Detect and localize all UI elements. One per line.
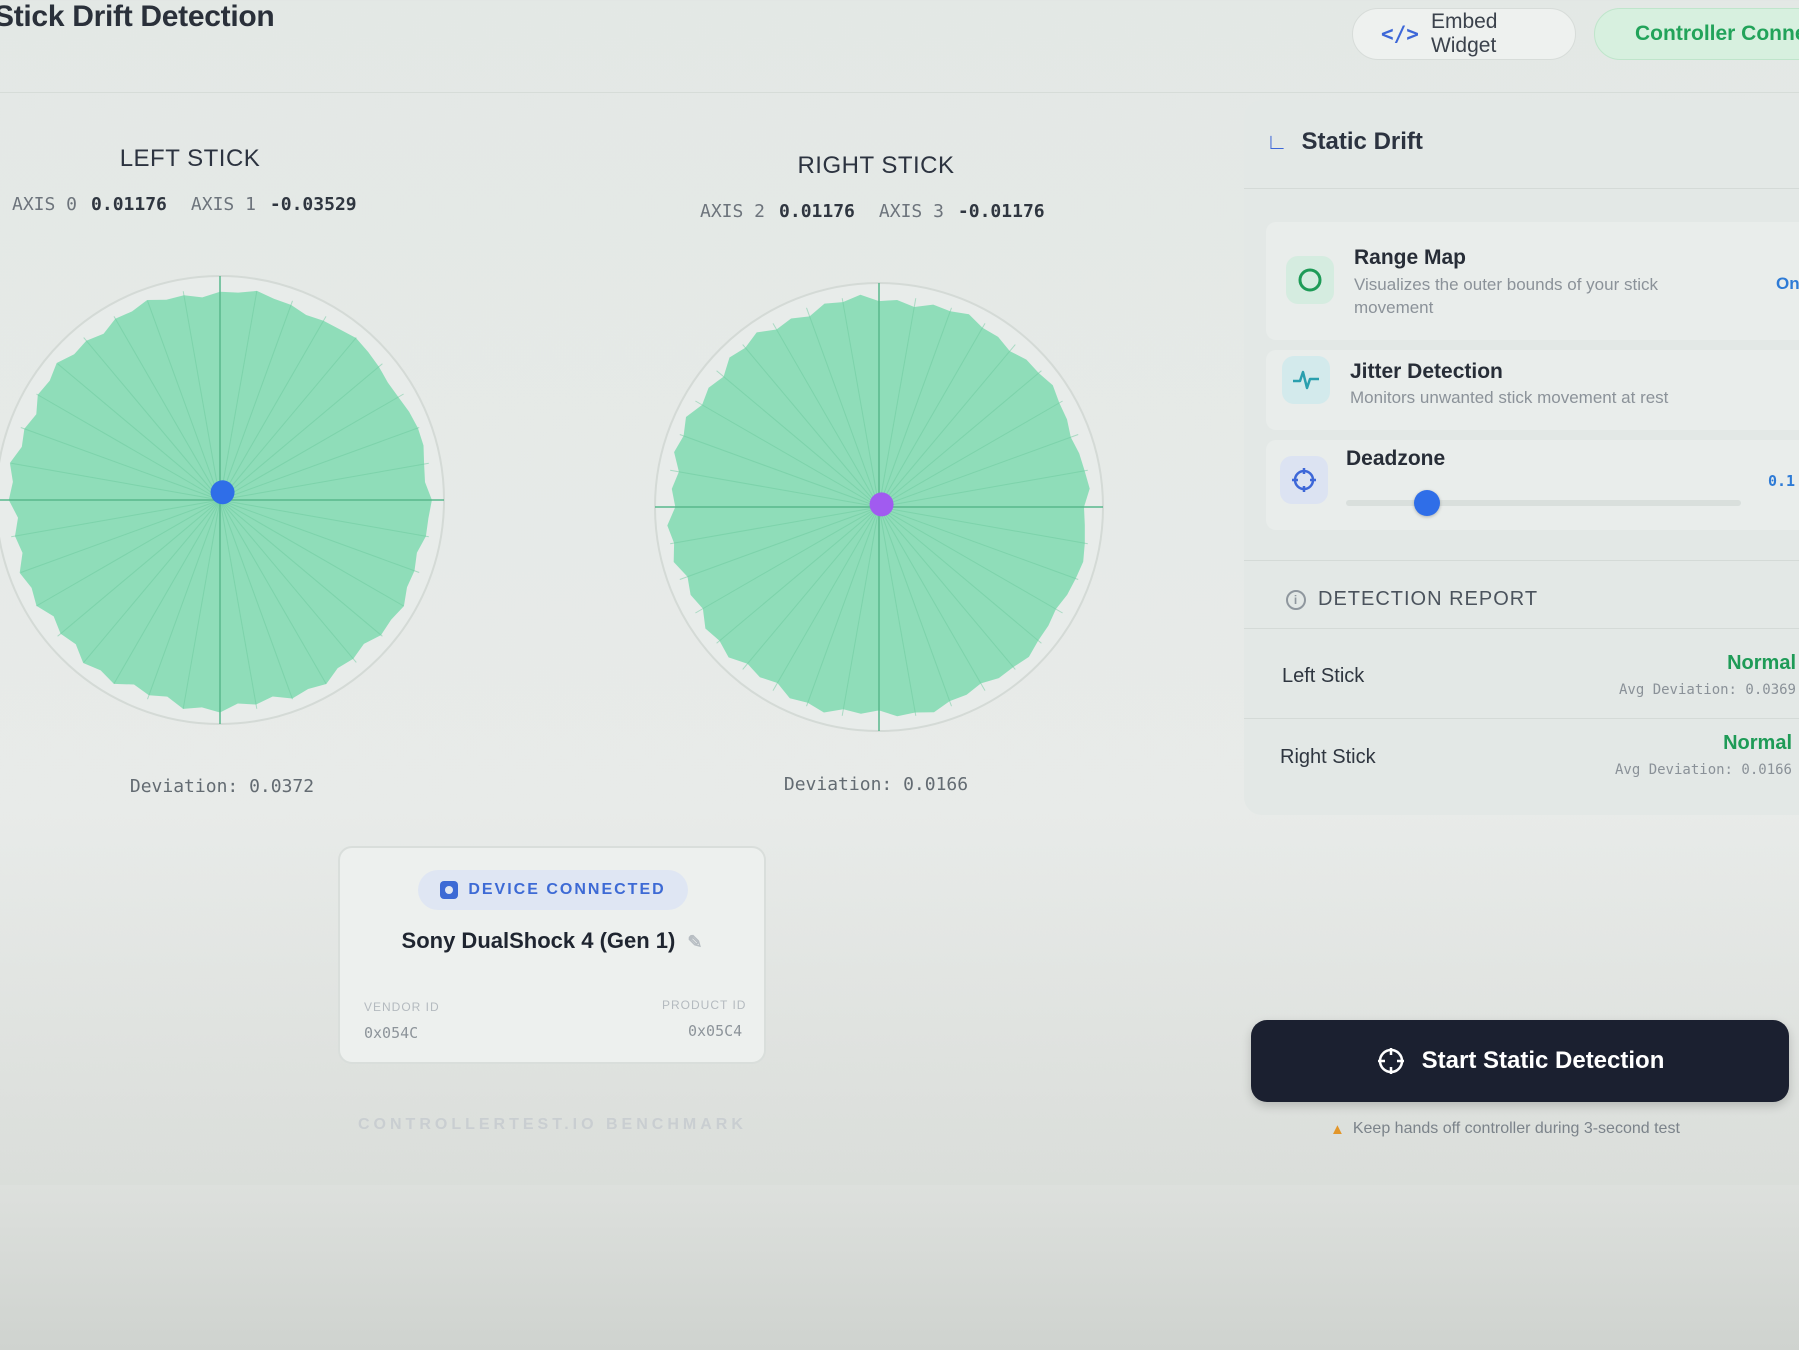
axis-3-label: AXIS 3 <box>878 201 944 222</box>
page-title: Stick Drift Detection <box>0 0 275 33</box>
right-stick-visualizer <box>654 282 1104 732</box>
range-map-title: Range Map <box>1354 246 1467 269</box>
axis-2-label: AXIS 2 <box>700 201 766 222</box>
stick-position-dot <box>869 492 894 517</box>
deadzone-value: 0.1 <box>1768 472 1796 490</box>
axis-0-label: AXIS 0 <box>12 194 78 215</box>
report-right-stick-deviation: Avg Deviation: 0.0166 <box>1614 762 1792 778</box>
report-divider <box>1244 628 1799 629</box>
device-name-row: Sony DualShock 4 (Gen 1) ✎ <box>338 928 766 954</box>
line-chart-icon: ∟ <box>1266 129 1288 154</box>
warning-text: Keep hands off controller during 3-secon… <box>1352 1120 1680 1137</box>
stick-position-dot <box>210 480 235 505</box>
report-right-stick-label: Right Stick <box>1280 746 1376 768</box>
warning-icon: ▲ <box>1330 1120 1345 1138</box>
right-stick-deviation: Deviation: 0.0166 <box>783 774 969 795</box>
warning-note: ▲ Keep hands off controller during 3-sec… <box>1330 1120 1680 1138</box>
code-icon: </> <box>1381 22 1419 46</box>
device-connected-badge: DEVICE CONNECTED <box>418 870 688 910</box>
embed-widget-label: Embed Widget <box>1430 10 1498 57</box>
vendor-id-label: VENDOR ID <box>364 1000 440 1014</box>
jitter-title: Jitter Detection <box>1350 360 1503 383</box>
left-stick-axis-readout: AXIS 0 0.01176 AXIS 1 -0.03529 <box>12 194 357 215</box>
pencil-icon[interactable]: ✎ <box>687 932 702 952</box>
embed-widget-button[interactable]: </> Embed Widget <box>1352 8 1576 60</box>
info-icon: i <box>1286 589 1306 610</box>
controller-connected-label: Controller Connected <box>1635 22 1799 45</box>
device-name: Sony DualShock 4 (Gen 1) <box>401 928 676 953</box>
detection-report-title: DETECTION REPORT <box>1318 588 1539 610</box>
start-static-detection-label: Start Static Detection <box>1421 1047 1665 1074</box>
panel-divider <box>1244 188 1799 189</box>
deadzone-slider-thumb[interactable] <box>1414 490 1440 516</box>
axis-1-label: AXIS 1 <box>190 194 256 215</box>
header-divider <box>0 92 1799 93</box>
target-icon <box>1377 1048 1404 1074</box>
left-stick-visualizer <box>0 275 445 725</box>
benchmark-watermark: CONTROLLERTEST.IO BENCHMARK <box>358 1116 747 1133</box>
device-connected-label: DEVICE CONNECTED <box>468 881 666 898</box>
right-stick-axis-readout: AXIS 2 0.01176 AXIS 3 -0.01176 <box>700 201 1045 222</box>
vendor-id-value: 0x054C <box>364 1024 419 1042</box>
crosshair-icon <box>1280 456 1328 504</box>
controller-connected-badge: Controller Connected <box>1594 8 1799 60</box>
left-stick-deviation: Deviation: 0.0372 <box>129 776 315 797</box>
circle-icon <box>1286 256 1334 304</box>
chip-icon <box>440 881 459 899</box>
report-left-stick-label: Left Stick <box>1282 665 1365 687</box>
range-map-toggle[interactable]: On <box>1776 274 1799 294</box>
axis-3-value: -0.01176 <box>957 201 1045 222</box>
bottom-edge <box>0 1185 1799 1350</box>
detection-report-header: i DETECTION REPORT <box>1286 588 1538 611</box>
axis-2-value: 0.01176 <box>779 201 855 222</box>
report-left-stick-status: Normal <box>1727 652 1796 674</box>
report-left-stick-deviation: Avg Deviation: 0.0369 <box>1618 682 1796 698</box>
axis-0-value: 0.01176 <box>91 194 167 215</box>
report-right-stick-status: Normal <box>1723 732 1792 754</box>
pulse-icon <box>1282 356 1330 404</box>
panel-title: Static Drift <box>1301 128 1423 155</box>
deadzone-slider-track[interactable] <box>1346 500 1741 506</box>
range-map-desc: Visualizes the outer bounds of your stic… <box>1354 275 1658 317</box>
right-stick-title: RIGHT STICK <box>797 152 955 179</box>
panel-divider-2 <box>1244 560 1799 561</box>
left-stick-title: LEFT STICK <box>119 145 261 172</box>
start-static-detection-button[interactable]: Start Static Detection <box>1251 1020 1789 1102</box>
panel-header: ∟ Static Drift <box>1266 128 1423 156</box>
jitter-desc: Monitors unwanted stick movement at rest <box>1350 388 1669 407</box>
product-id-value: 0x05C4 <box>688 1022 743 1040</box>
product-id-label: PRODUCT ID <box>662 998 747 1012</box>
report-row-divider <box>1244 718 1799 719</box>
deadzone-title: Deadzone <box>1346 447 1446 470</box>
axis-1-value: -0.03529 <box>269 194 357 215</box>
